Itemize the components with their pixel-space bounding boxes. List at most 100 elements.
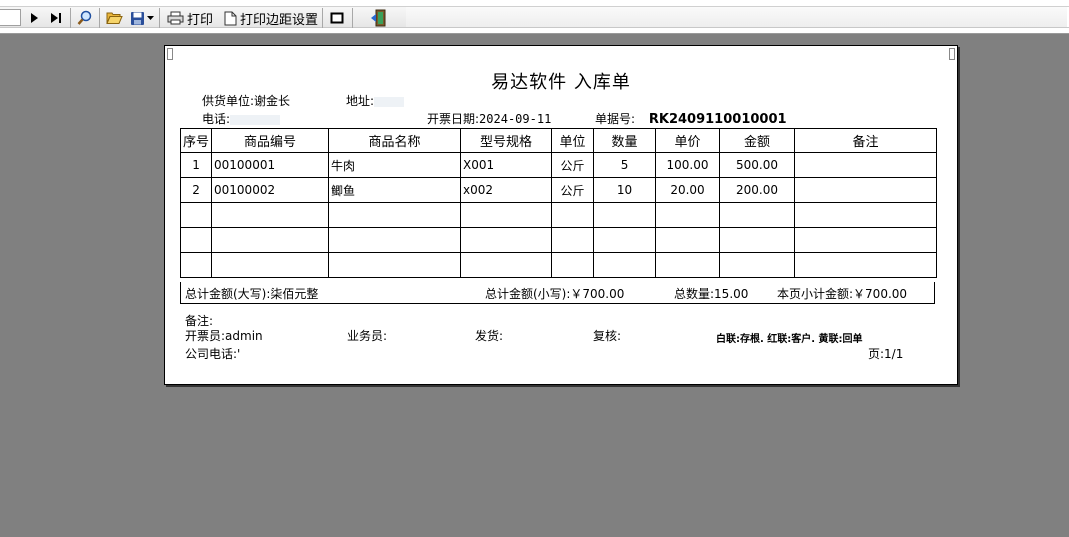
cell-amount: [719, 252, 796, 278]
cell-unit: [551, 227, 595, 253]
folder-open-icon: [106, 12, 123, 24]
total-quantity: 总数量:15.00: [674, 287, 749, 301]
floppy-disk-icon: [131, 11, 144, 25]
cell-code: [211, 202, 330, 228]
cell-index: [179, 202, 213, 228]
cell-unit: [551, 202, 595, 228]
cell-qty: [593, 227, 657, 253]
doc-no-field: 单据号: RK2409110010001: [595, 110, 787, 127]
supplier-field: 供货单位:谢金长: [202, 92, 290, 109]
date-value: 2024-09-11: [479, 112, 552, 126]
cell-amount: 200.00: [719, 177, 796, 203]
address-field: 地址:: [346, 92, 405, 109]
redacted-block: [374, 96, 405, 107]
cell-remark: [794, 152, 938, 178]
salesman-field: 业务员:: [347, 329, 388, 343]
dropdown-arrow-icon[interactable]: [147, 15, 154, 21]
cell-price: 20.00: [655, 177, 721, 203]
cell-remark: [794, 202, 938, 228]
redacted-block: [230, 114, 281, 125]
cell-name: 牛肉: [328, 152, 462, 178]
cell-spec: x002: [460, 177, 553, 203]
items-table: 序号 商品编号 商品名称 型号规格 单位 数量 单价 金额 备注 1 00100…: [179, 128, 938, 278]
margin-marker: [167, 48, 173, 60]
save-button[interactable]: [130, 8, 154, 28]
cell-qty: 5: [593, 152, 657, 178]
column-header: 数量: [593, 128, 657, 153]
cell-index: [179, 252, 213, 278]
cell-unit: 公斤: [551, 152, 595, 178]
exit-button[interactable]: [370, 8, 388, 28]
last-page-button[interactable]: [49, 8, 63, 28]
doc-no-label: 单据号:: [595, 112, 636, 126]
total-upper: 总计金额(大写):柒佰元整: [185, 287, 319, 301]
copy-note: 白联:存根. 红联:客户. 黄联:回单: [716, 334, 863, 345]
table-row: 1 00100001 牛肉 X001 公斤 5 100.00 500.00: [179, 152, 938, 178]
cell-index: 1: [179, 152, 213, 178]
margin-marker: [949, 48, 955, 60]
cell-remark: [794, 227, 938, 253]
cell-index: 2: [179, 177, 213, 203]
page-indicator: 页:1/1: [868, 347, 904, 361]
table-row: [179, 202, 938, 228]
cell-name: 鲫鱼: [328, 177, 462, 203]
cell-index: [179, 227, 213, 253]
phone-field: 电话:: [202, 110, 281, 127]
print-margin-button[interactable]: 打印边距设置: [224, 8, 318, 28]
next-page-button[interactable]: [29, 8, 39, 28]
table-header-row: 序号 商品编号 商品名称 型号规格 单位 数量 单价 金额 备注: [179, 128, 938, 153]
printer-icon: [167, 11, 184, 25]
magnifier-icon: [77, 10, 92, 25]
cell-unit: 公斤: [551, 177, 595, 203]
cell-remark: [794, 177, 938, 203]
column-header: 金额: [719, 128, 796, 153]
cell-name: [328, 227, 462, 253]
open-button[interactable]: [106, 8, 123, 28]
reviewer-field: 复核:: [593, 329, 622, 343]
print-label: 打印: [187, 12, 214, 28]
cell-price: 100.00: [655, 152, 721, 178]
cell-remark: [794, 252, 938, 278]
cell-unit: [551, 252, 595, 278]
cell-qty: [593, 202, 657, 228]
column-header: 单价: [655, 128, 721, 153]
page-number-input[interactable]: [0, 9, 21, 26]
issuer-field: 开票员:admin: [185, 329, 263, 343]
skip-end-icon: [51, 13, 61, 23]
report-title: 易达软件 入库单: [491, 72, 631, 93]
column-header: 商品编号: [211, 128, 330, 153]
table-row: [179, 252, 938, 278]
column-header: 商品名称: [328, 128, 462, 153]
cell-amount: [719, 202, 796, 228]
address-label: 地址:: [346, 94, 375, 108]
cell-spec: [460, 202, 553, 228]
date-label: 开票日期:: [427, 112, 480, 126]
cell-price: [655, 202, 721, 228]
cell-spec: [460, 252, 553, 278]
column-header: 单位: [551, 128, 595, 153]
toolbar: 打印 打印边距设置: [0, 0, 1069, 34]
cell-name: [328, 202, 462, 228]
zoom-button[interactable]: [77, 8, 93, 28]
supplier-label: 供货单位:: [202, 94, 255, 108]
report-page: 易达软件 入库单 供货单位:谢金长 地址: 电话: 开票日期:2024-09-1…: [164, 45, 958, 385]
exit-door-icon: [371, 9, 386, 27]
cell-code: 00100002: [211, 177, 330, 203]
company-phone: 公司电话:': [185, 347, 241, 361]
column-header: 序号: [179, 128, 213, 153]
cell-qty: [593, 252, 657, 278]
page-setup-button[interactable]: [330, 8, 344, 28]
toolbar-empty-area: [406, 6, 1069, 28]
cell-qty: 10: [593, 177, 657, 203]
shipper-field: 发货:: [475, 329, 504, 343]
cell-code: [211, 252, 330, 278]
play-icon: [31, 13, 38, 23]
cell-price: [655, 252, 721, 278]
column-header: 型号规格: [460, 128, 553, 153]
column-header: 备注: [794, 128, 938, 153]
total-lower: 总计金额(小写):￥700.00: [485, 287, 625, 301]
print-button[interactable]: 打印: [167, 8, 213, 28]
page-subtotal: 本页小计金额:￥700.00: [777, 287, 908, 301]
cell-price: [655, 227, 721, 253]
table-row: 2 00100002 鲫鱼 x002 公斤 10 20.00 200.00: [179, 177, 938, 203]
